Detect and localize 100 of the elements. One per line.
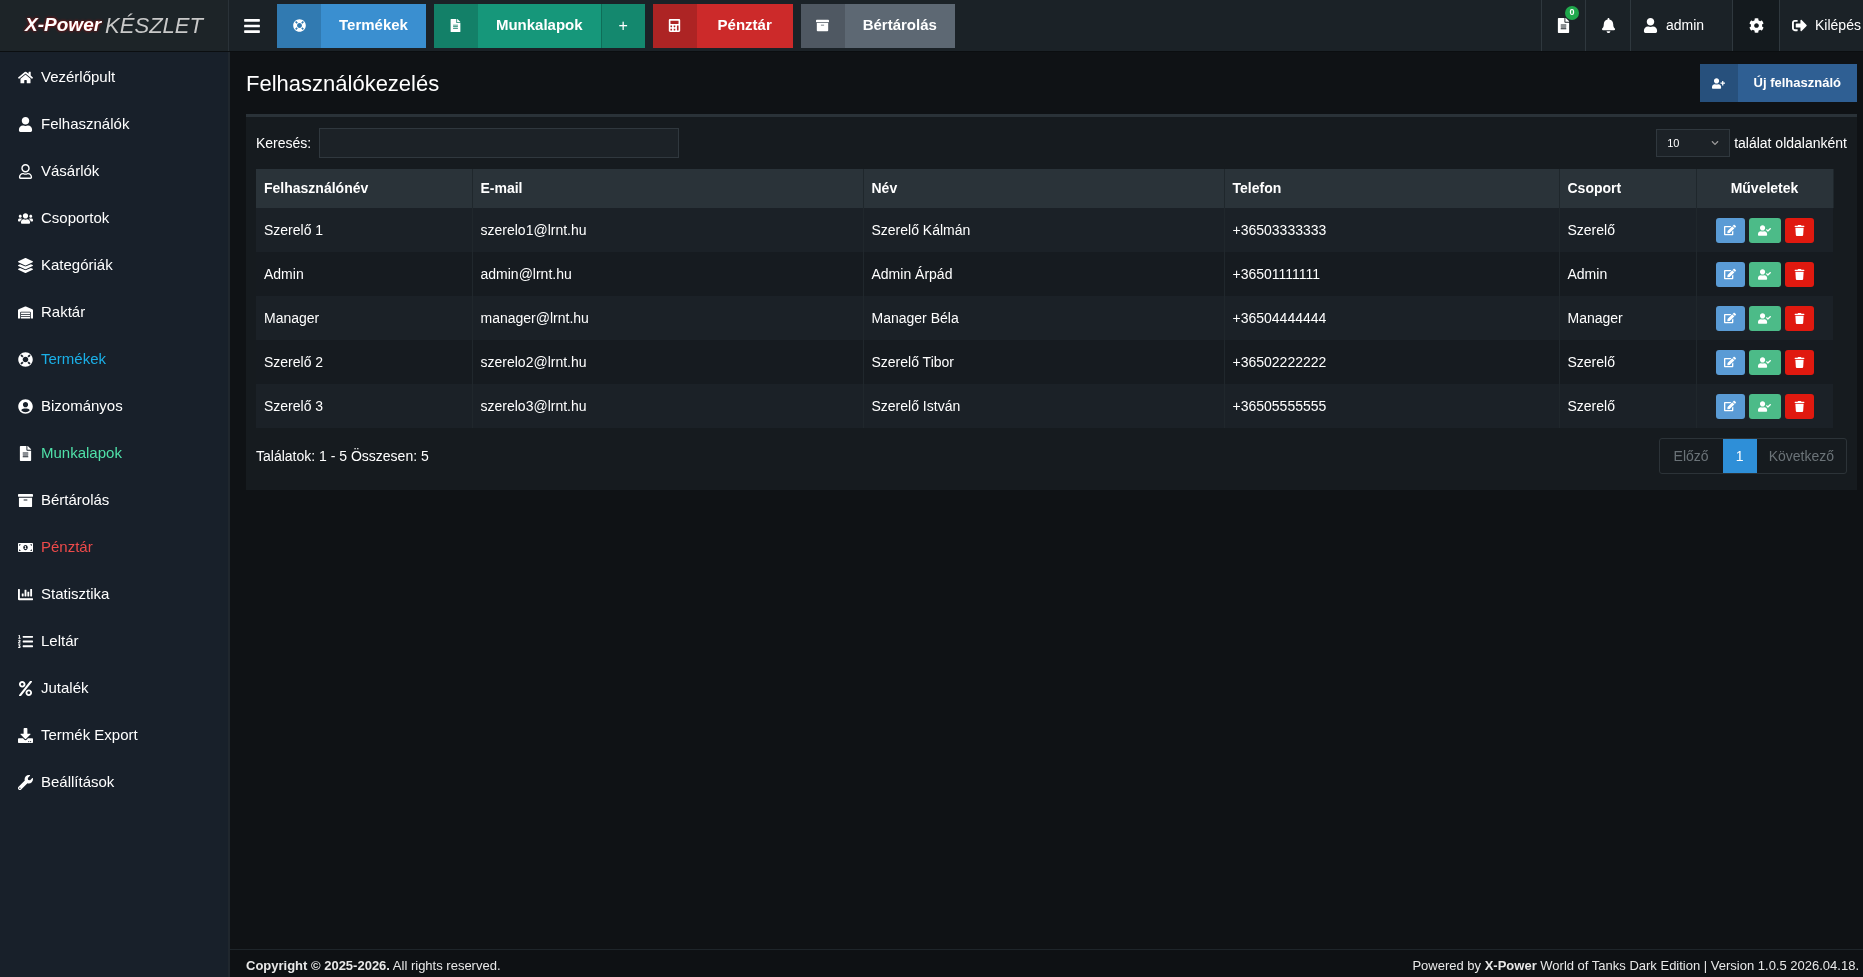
- table-cell: +36501111111: [1224, 252, 1559, 296]
- quick-nav-button[interactable]: Bértárolás: [800, 3, 955, 48]
- user-plus-icon: [1699, 64, 1738, 102]
- sidebar-item[interactable]: Csoportok: [0, 195, 228, 242]
- life-ring-icon: [18, 352, 33, 367]
- quick-nav-button[interactable]: Munkalapok: [433, 3, 601, 48]
- table-cell: Manager: [256, 296, 472, 340]
- layers-icon: [18, 258, 33, 273]
- search-field[interactable]: [319, 128, 680, 158]
- table-cell: Szerelő Tibor: [863, 340, 1224, 384]
- assign-user-button[interactable]: [1748, 217, 1781, 243]
- sidebar-item[interactable]: Bértárolás: [0, 477, 228, 524]
- sidebar-item[interactable]: Termék Export: [0, 712, 228, 759]
- table-cell: szerelo3@lrnt.hu: [472, 384, 863, 428]
- edit-button[interactable]: [1715, 217, 1745, 243]
- quick-nav-button[interactable]: Pénztár: [652, 3, 793, 48]
- delete-button[interactable]: [1784, 217, 1814, 243]
- delete-button[interactable]: [1784, 305, 1814, 331]
- sidebar-item[interactable]: Statisztika: [0, 571, 228, 618]
- search-label: Keresés:: [256, 133, 312, 153]
- delete-button[interactable]: [1784, 261, 1814, 287]
- trash-icon: [1793, 400, 1805, 412]
- home-icon: [18, 70, 33, 85]
- add-button[interactable]: +: [600, 3, 645, 48]
- wrench-icon: [18, 775, 33, 790]
- percent-icon: [18, 681, 33, 696]
- logout-button[interactable]: Kilépés: [1779, 0, 1863, 51]
- delete-button[interactable]: [1784, 393, 1814, 419]
- delete-button[interactable]: [1784, 349, 1814, 375]
- table-cell: Szerelő: [1559, 340, 1696, 384]
- table-cell: Szerelő 2: [256, 340, 472, 384]
- download-icon: [18, 728, 33, 743]
- sidebar-item[interactable]: Pénztár: [0, 524, 228, 571]
- edit-button[interactable]: [1715, 305, 1745, 331]
- document-icon[interactable]: [1556, 18, 1571, 33]
- user-check-icon: [1758, 223, 1772, 237]
- table-cell: manager@lrnt.hu: [472, 296, 863, 340]
- table-cell: Szerelő: [1559, 208, 1696, 252]
- notification-badge: 0: [1565, 6, 1579, 20]
- bell-icon[interactable]: [1600, 18, 1616, 33]
- user-check-icon: [1758, 355, 1772, 369]
- edit-icon: [1724, 400, 1737, 412]
- table-cell: +36502222222: [1224, 340, 1559, 384]
- user-icon: [1643, 18, 1658, 33]
- edit-button[interactable]: [1715, 349, 1745, 375]
- table-cell: Szerelő 1: [256, 208, 472, 252]
- table-cell: Szerelő István: [863, 384, 1224, 428]
- sidebar-item[interactable]: Raktár: [0, 289, 228, 336]
- edit-button[interactable]: [1715, 261, 1745, 287]
- user-check-icon: [1758, 311, 1772, 325]
- user-icon: [18, 117, 33, 132]
- users-icon: [18, 211, 33, 226]
- archive-icon: [800, 3, 845, 48]
- assign-user-button[interactable]: [1748, 305, 1781, 331]
- table-cell: admin@lrnt.hu: [472, 252, 863, 296]
- logout-icon: [1792, 18, 1807, 33]
- table-cell: +36503333333: [1224, 208, 1559, 252]
- sidebar-item[interactable]: Jutalék: [0, 665, 228, 712]
- numbered-list-icon: [18, 634, 33, 649]
- results-summary: Találatok: 1 - 5 Összesen: 5: [256, 446, 429, 466]
- chevron-down-icon: [1711, 139, 1720, 147]
- table-cell: +36504444444: [1224, 296, 1559, 340]
- trash-icon: [1793, 312, 1805, 324]
- page-title: Felhasználókezelés: [246, 69, 440, 98]
- page-size-label: találat oldalanként: [1734, 133, 1847, 153]
- sidebar-item[interactable]: Leltár: [0, 618, 228, 665]
- page-size-select[interactable]: 10: [1656, 129, 1731, 157]
- sidebar-item[interactable]: Kategóriák: [0, 242, 228, 289]
- assign-user-button[interactable]: [1748, 393, 1781, 419]
- trash-icon: [1793, 224, 1805, 236]
- edit-icon: [1724, 224, 1737, 236]
- table-cell: Manager Béla: [863, 296, 1224, 340]
- trash-icon: [1793, 356, 1805, 368]
- edit-button[interactable]: [1715, 393, 1745, 419]
- table-cell: Admin: [1559, 252, 1696, 296]
- sidebar-item[interactable]: Termékek: [0, 336, 228, 383]
- copyright-text: Copyright © 2025-2026. All rights reserved.: [246, 956, 501, 975]
- document-icon: [433, 3, 478, 48]
- sidebar-item[interactable]: Beállítások: [0, 759, 228, 806]
- document-icon: [18, 446, 33, 461]
- sidebar-item[interactable]: Vásárlók: [0, 148, 228, 195]
- table-cell: Szerelő: [1559, 384, 1696, 428]
- settings-icon[interactable]: [1748, 18, 1764, 33]
- sidebar-item[interactable]: Felhasználók: [0, 101, 228, 148]
- user-check-icon: [1758, 399, 1772, 413]
- assign-user-button[interactable]: [1748, 349, 1781, 375]
- table-cell: Admin Árpád: [863, 252, 1224, 296]
- sidebar-item[interactable]: Bizományos: [0, 383, 228, 430]
- banknote-icon: [18, 540, 33, 555]
- edit-icon: [1724, 312, 1737, 324]
- assign-user-button[interactable]: [1748, 261, 1781, 287]
- sidebar-item[interactable]: Munkalapok: [0, 430, 228, 477]
- edit-icon: [1724, 268, 1737, 280]
- sidebar-item[interactable]: Vezérlőpult: [0, 54, 228, 101]
- new-user-button[interactable]: Új felhasználó: [1699, 64, 1857, 102]
- user-check-icon: [1758, 267, 1772, 281]
- table-cell: szerelo2@lrnt.hu: [472, 340, 863, 384]
- trash-icon: [1793, 268, 1805, 280]
- table-cell: Admin: [256, 252, 472, 296]
- warehouse-icon: [18, 305, 33, 320]
